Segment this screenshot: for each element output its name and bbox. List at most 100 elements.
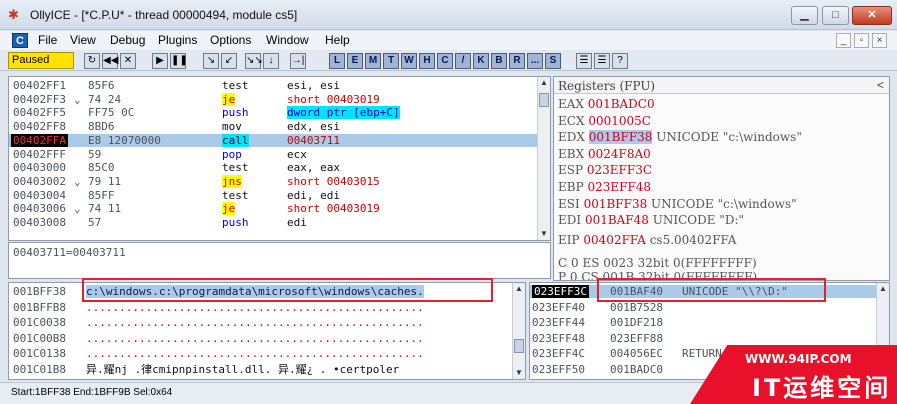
rewind-icon[interactable]: ◀◀ <box>102 53 118 69</box>
cpu-window-button[interactable]: C <box>437 53 453 69</box>
pause-icon[interactable]: ❚❚ <box>170 53 188 69</box>
stack-row[interactable]: 023EFF44 001DF218 <box>530 316 876 329</box>
dump-row[interactable]: 001C01B8 异.耀nj .律cmipnpinstall.dll. 异.耀¿… <box>9 363 512 376</box>
menu-bar: C File View Debug Plugins Options Window… <box>0 31 897 50</box>
dump-scrollbar[interactable]: ▲ ▼ <box>512 283 525 379</box>
scroll-up-icon[interactable]: ▲ <box>538 77 550 89</box>
windows-window-button[interactable]: W <box>401 53 417 69</box>
register-line[interactable]: EDI 001BAF48 UNICODE "D:" <box>558 213 744 227</box>
step-over-icon[interactable]: ↙ <box>221 53 237 69</box>
disasm-operand: edi <box>287 216 307 229</box>
list-icon[interactable]: ☰ <box>576 53 592 69</box>
registers-pane[interactable]: Registers (FPU) < EAX 001BADC0 ECX 00010… <box>553 76 890 281</box>
scroll-up-icon[interactable]: ▲ <box>513 283 525 295</box>
dump-row[interactable]: 001C0138................................… <box>9 347 512 360</box>
register-line[interactable]: EBX 0024F8A0 <box>558 147 651 161</box>
scroll-thumb[interactable] <box>539 93 549 107</box>
dump-row[interactable]: 001C00B8................................… <box>9 332 512 345</box>
run-icon[interactable]: ▶ <box>152 53 168 69</box>
close-button[interactable]: ✕ <box>852 6 892 25</box>
disasm-row[interactable]: 00403008 57 push edi <box>9 216 537 229</box>
run-trace-button[interactable]: ... <box>527 53 543 69</box>
scroll-down-icon[interactable]: ▼ <box>513 367 525 379</box>
stack-row[interactable]: 023EFF40 001B7528 <box>530 301 876 314</box>
call-stack-button[interactable]: K <box>473 53 489 69</box>
disasm-address: 00402FF3 <box>13 92 66 106</box>
disasm-row[interactable]: 00402FF3 ⌄ 74 24 je short 00403019 <box>9 92 537 106</box>
scroll-up-icon[interactable]: ▲ <box>877 283 889 295</box>
disasm-row[interactable]: 00403006 ⌄ 74 11 je short 00403019 <box>9 202 537 216</box>
register-line[interactable]: EBP 023EFF48 <box>558 180 651 194</box>
menu-options[interactable]: Options <box>210 33 251 47</box>
disasm-row[interactable]: 00402FF5 FF75 0C push dword ptr [ebp+C] <box>9 106 537 120</box>
minimize-button[interactable]: ▁ <box>791 6 818 25</box>
trace-into-icon[interactable]: ↘↘ <box>245 53 263 69</box>
disasm-row[interactable]: 00402FF1 85F6 test esi, esi <box>9 79 537 92</box>
register-line[interactable]: EAX 001BADC0 <box>558 97 655 111</box>
register-name: EIP <box>558 233 580 247</box>
register-line[interactable]: ECX 0001005C <box>558 114 651 128</box>
menu-view[interactable]: View <box>70 33 96 47</box>
log-window-button[interactable]: L <box>329 53 345 69</box>
memory-window-button[interactable]: M <box>365 53 381 69</box>
dump-address: 001C0138 <box>13 347 66 361</box>
flag-line-c[interactable]: C 0 ES 0023 32bit 0(FFFFFFFF) <box>558 256 757 270</box>
info-text: 00403711=00403711 <box>13 246 126 259</box>
disasm-row[interactable]: 00403002 ⌄ 79 11 jns short 00403015 <box>9 174 537 188</box>
menu-window[interactable]: Window <box>266 33 309 47</box>
options-list-icon[interactable]: ☰ <box>594 53 610 69</box>
modules-window-button[interactable]: E <box>347 53 363 69</box>
restart-icon[interactable]: ↻ <box>84 53 100 69</box>
threads-window-button[interactable]: T <box>383 53 399 69</box>
disasm-row[interactable]: 00402FFF 59 pop ecx <box>9 148 537 161</box>
disasm-row[interactable]: 00402FF8 8BD6 mov edx, esi <box>9 120 537 133</box>
disasm-row[interactable]: 00403004 85FF test edi, edi <box>9 189 537 202</box>
mdi-minimize-button[interactable]: _ <box>836 33 851 48</box>
collapse-icon[interactable]: < <box>877 78 884 92</box>
help-icon[interactable]: ? <box>612 53 628 69</box>
references-button[interactable]: R <box>509 53 525 69</box>
disasm-hex: E8 12070000 <box>88 133 161 147</box>
stack-row[interactable]: 023EFF48 023EFF88 <box>530 332 876 345</box>
register-line[interactable]: EDX 001BFF38 UNICODE "c:\windows" <box>558 130 802 145</box>
menu-file[interactable]: File <box>38 33 57 47</box>
register-name: EDX <box>558 130 585 145</box>
mdi-restore-button[interactable]: ▫ <box>854 33 869 48</box>
breakpoints-button[interactable]: B <box>491 53 507 69</box>
dump-row[interactable]: 001C0038................................… <box>9 316 512 329</box>
maximize-button[interactable]: □ <box>822 6 849 25</box>
register-line[interactable]: ESI 001BFF38 UNICODE "c:\windows" <box>558 197 797 211</box>
disasm-row[interactable]: 00402FFA E8 12070000 call 00403711 <box>9 133 537 147</box>
menu-debug[interactable]: Debug <box>110 33 145 47</box>
disasm-operand: short 00403015 <box>287 174 380 188</box>
stack-value: 001DF218 <box>610 316 663 330</box>
dump-row[interactable]: 001BFFB8................................… <box>9 301 512 314</box>
menu-plugins[interactable]: Plugins <box>158 33 197 47</box>
register-line[interactable]: ESP 023EFF3C <box>558 163 652 177</box>
step-into-icon[interactable]: ↘ <box>203 53 219 69</box>
execute-till-return-icon[interactable]: →| <box>290 53 306 69</box>
disasm-address: 00403000 <box>13 161 66 175</box>
disasm-operand: 00403711 <box>287 133 340 147</box>
handles-window-button[interactable]: H <box>419 53 435 69</box>
scroll-down-icon[interactable]: ▼ <box>538 228 550 240</box>
register-eip[interactable]: EIP 00402FFA cs5.00402FFA <box>558 233 736 247</box>
menu-help[interactable]: Help <box>325 33 350 47</box>
disassembly-scrollbar[interactable]: ▲ ▼ <box>537 77 550 240</box>
disasm-operand: edi, edi <box>287 188 340 202</box>
disassembly-pane[interactable]: 00402FF1 85F6 test esi, esi 00402FF3 ⌄ 74 24 je… <box>8 76 551 241</box>
disasm-hex: 57 <box>88 216 102 229</box>
cpu-window-icon[interactable]: C <box>12 33 28 48</box>
disasm-operand: short 00403019 <box>287 92 380 106</box>
source-button[interactable]: S <box>545 53 561 69</box>
mdi-close-button[interactable]: × <box>872 33 887 48</box>
annotation-box-dump <box>82 278 493 302</box>
disasm-row[interactable]: 00403000 85C0 test eax, eax <box>9 161 537 174</box>
scroll-thumb[interactable] <box>514 339 524 353</box>
trace-over-icon[interactable]: ↓ <box>263 53 279 69</box>
disasm-operand: eax, eax <box>287 161 340 175</box>
close-program-icon[interactable]: ✕ <box>120 53 136 69</box>
dump-text: 异.耀nj .律cmipnpinstall.dll. 异.耀¿ . •certp… <box>86 363 400 376</box>
patches-window-button[interactable]: / <box>455 53 471 69</box>
stack-address: 023EFF50 <box>532 363 585 376</box>
